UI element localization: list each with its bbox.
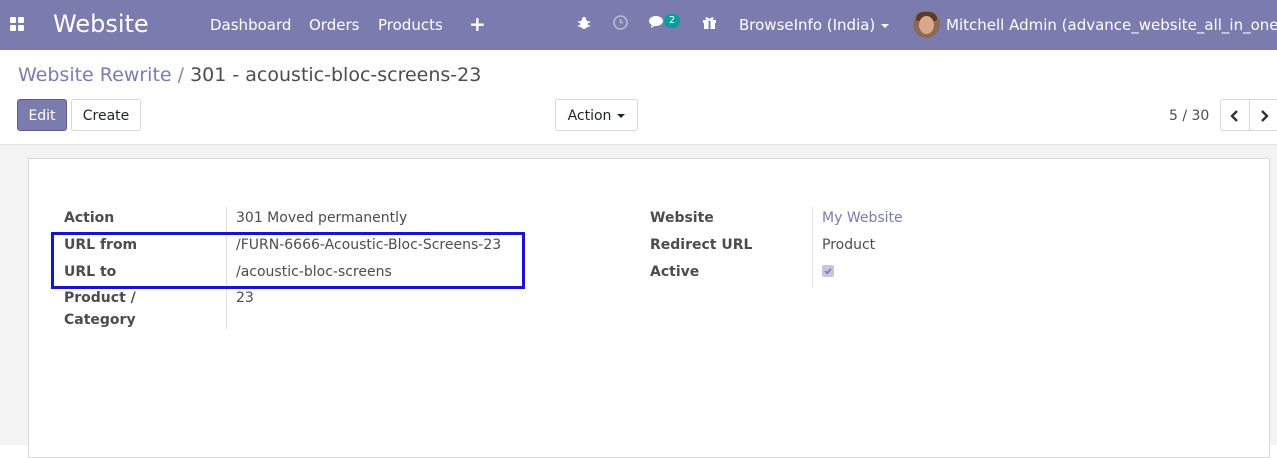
action-label: Action (567, 108, 612, 124)
app-title: Website (53, 10, 149, 38)
menu-orders[interactable]: Orders (309, 16, 359, 34)
website-label: Website (650, 210, 714, 226)
action-value: 301 Moved permanently (236, 210, 408, 226)
create-button[interactable]: Create (71, 99, 141, 131)
label-divider-right (812, 207, 813, 288)
breadcrumb-separator: / (177, 64, 185, 86)
product-category-label-line1: Product / (64, 290, 136, 306)
breadcrumb-parent-link[interactable]: Website Rewrite (18, 64, 172, 86)
active-checkbox[interactable] (822, 265, 834, 277)
pager-value[interactable]: 5 / 30 (1169, 108, 1209, 124)
apps-menu-icon[interactable] (10, 17, 25, 32)
user-menu[interactable]: Mitchell Admin (advance_website_all_in_o… (946, 16, 1277, 34)
gift-icon[interactable] (702, 15, 717, 34)
menu-dashboard[interactable]: Dashboard (210, 16, 291, 34)
redirect-url-label: Redirect URL (650, 237, 753, 253)
action-dropdown-button[interactable]: Action (555, 99, 638, 131)
chevron-down-icon (881, 23, 890, 28)
pager-next-button[interactable] (1249, 99, 1277, 131)
chevron-right-icon (1261, 110, 1269, 122)
edit-button[interactable]: Edit (17, 99, 67, 131)
menu-products[interactable]: Products (378, 16, 443, 34)
new-menu-icon[interactable]: + (469, 12, 486, 36)
product-category-label-line2: Category (64, 312, 136, 328)
action-label: Action (64, 210, 115, 226)
avatar[interactable] (913, 11, 940, 38)
breadcrumb: Website Rewrite / 301 - acoustic-bloc-sc… (18, 64, 481, 86)
top-navbar: Website Dashboard Orders Products + 2 Br… (0, 0, 1277, 50)
highlight-box (51, 232, 525, 289)
product-category-label: Product / Category (64, 287, 136, 331)
website-link[interactable]: My Website (822, 207, 903, 229)
pager-previous-button[interactable] (1220, 99, 1250, 131)
redirect-url-value: Product (822, 237, 876, 253)
breadcrumb-current: 301 - acoustic-bloc-screens-23 (190, 64, 482, 86)
debug-bug-icon[interactable] (577, 15, 591, 34)
activity-clock-icon[interactable] (613, 15, 628, 34)
form-sheet (28, 158, 1270, 458)
product-category-value: 23 (236, 290, 254, 306)
company-name: BrowseInfo (India) (739, 16, 876, 34)
active-label: Active (650, 264, 700, 280)
company-switcher[interactable]: BrowseInfo (India) (739, 16, 890, 34)
check-icon (824, 268, 832, 275)
chevron-down-icon (617, 114, 626, 118)
message-count-badge: 2 (664, 14, 680, 28)
chevron-left-icon (1230, 110, 1238, 122)
